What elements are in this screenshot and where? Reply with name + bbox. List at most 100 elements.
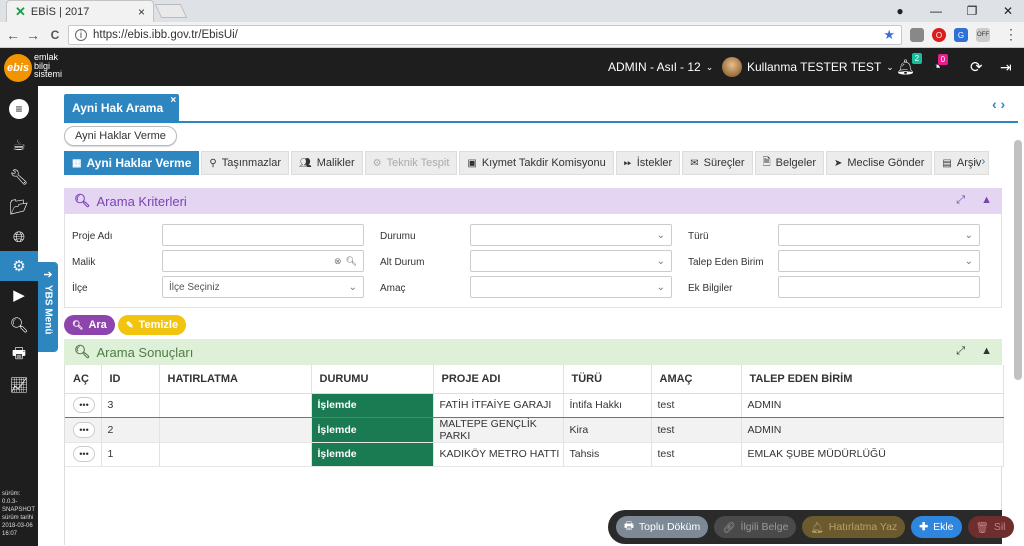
search-icon[interactable]: 🔍︎: [346, 256, 357, 267]
bookmark-star-icon[interactable]: ★: [883, 27, 895, 43]
hamburger-menu-icon[interactable]: ≡: [0, 94, 38, 124]
settings-icon[interactable]: ⚙: [0, 251, 38, 281]
forward-icon: ⏩︎: [623, 157, 632, 169]
col-header-turu[interactable]: TÜRÜ: [563, 365, 652, 394]
expand-icon[interactable]: ⤢: [956, 194, 965, 207]
ilce-select[interactable]: İlçe Seçiniz ⌄: [162, 276, 364, 298]
coffee-icon[interactable]: ☕︎: [0, 130, 38, 160]
info-icon[interactable]: i: [75, 29, 87, 41]
off-extension-icon[interactable]: OFF: [976, 28, 990, 42]
tab-istekler[interactable]: ⏩︎ İstekler: [615, 151, 681, 175]
collapse-up-icon[interactable]: ▲: [981, 345, 992, 358]
search-button[interactable]: 🔍︎ Ara: [64, 315, 115, 335]
role-selector[interactable]: ADMIN - Asıl - 12 ⌄: [608, 48, 713, 86]
cell-proje-adi: MALTEPE GENÇLİK PARKI: [433, 417, 564, 443]
proje-adi-input[interactable]: [162, 224, 364, 246]
profile-icon[interactable]: ●: [882, 0, 918, 22]
reload-button[interactable]: C: [44, 22, 66, 48]
col-header-hatirlatma[interactable]: HATIRLATMA: [159, 365, 312, 394]
browser-tab[interactable]: ✕ EBİS | 2017 ×: [6, 0, 154, 22]
trash-icon: 🗑︎: [975, 521, 989, 534]
tab-surecler[interactable]: ✉ Süreçler: [682, 151, 753, 175]
ebis-logo[interactable]: ebis: [4, 54, 32, 82]
breadcrumb[interactable]: Ayni Haklar Verme: [64, 126, 177, 146]
add-button[interactable]: ✚ Ekle: [911, 516, 962, 538]
cell-turu: Tahsis: [563, 442, 652, 467]
row-actions-button[interactable]: •••: [73, 421, 95, 438]
extension-icon[interactable]: [910, 28, 924, 42]
clock-icon: ◔ 0: [932, 53, 949, 76]
user-menu[interactable]: Kullanma TESTER TEST ⌄: [722, 48, 894, 86]
tab-belgeler[interactable]: 🗎 Belgeler: [754, 151, 824, 175]
table-row[interactable]: ••• 3 İşlemde FATİH İTFAİYE GARAJI İntif…: [65, 392, 1004, 418]
chevron-down-icon: ⌄: [886, 61, 894, 72]
close-icon[interactable]: ×: [170, 95, 176, 106]
label-malik: Malik: [72, 257, 96, 268]
tab-malikler[interactable]: 👥︎ Malikler: [291, 151, 363, 175]
table-row[interactable]: ••• 1 İşlemde KADIKÖY METRO HATTI Tahsis…: [65, 442, 1004, 467]
globe-icon[interactable]: 🌐︎: [0, 222, 38, 252]
durumu-select[interactable]: ⌄: [470, 224, 672, 246]
col-header-id[interactable]: ID: [101, 365, 160, 394]
opera-extension-icon[interactable]: O: [932, 28, 946, 42]
tab-teknik-tespit[interactable]: ⚙ Teknik Tespit: [364, 151, 458, 175]
notifications-button[interactable]: 🔔︎ 2: [896, 48, 923, 86]
logout-icon[interactable]: ⇥: [1000, 48, 1012, 86]
ilgili-belge-button[interactable]: 🔗︎ İlgili Belge: [714, 516, 797, 538]
forward-button[interactable]: →: [22, 22, 44, 48]
col-header-amac[interactable]: AMAÇ: [651, 365, 742, 394]
tab-meclise-gonder[interactable]: ➤ Meclise Gönder: [825, 151, 933, 175]
wrench-icon[interactable]: 🔧︎: [0, 162, 38, 192]
back-button[interactable]: ←: [2, 22, 24, 48]
criteria-panel-header[interactable]: 🔍︎ Arama Kriterleri ⤢ ▲: [64, 188, 1002, 214]
collapse-up-icon[interactable]: ▲: [981, 194, 992, 207]
table-row[interactable]: ••• 2 İşlemde MALTEPE GENÇLİK PARKI Kira…: [65, 417, 1004, 443]
clear-button[interactable]: ✎ Temizle: [118, 315, 187, 335]
maximize-button[interactable]: ❐: [954, 0, 990, 22]
tab-tasinmazlar[interactable]: ⚲ Taşınmazlar: [201, 151, 290, 175]
alt-durum-select[interactable]: ⌄: [470, 250, 672, 272]
users-icon: 👥︎: [299, 157, 312, 169]
toplu-dokum-button[interactable]: 🖶 Toplu Döküm: [616, 516, 709, 538]
col-header-ac[interactable]: AÇ: [65, 365, 102, 394]
tasks-button[interactable]: ◔ 0: [932, 48, 949, 86]
clear-x-icon[interactable]: ⊗: [334, 256, 342, 267]
turu-select[interactable]: ⌄: [778, 224, 980, 246]
play-circle-icon[interactable]: ▶: [0, 280, 38, 310]
chart-icon[interactable]: 📈︎: [0, 370, 38, 400]
search-icon[interactable]: 🔍︎: [0, 310, 38, 340]
col-header-proje-adi[interactable]: PROJE ADI: [433, 365, 564, 394]
tab-ayni-haklar-verme[interactable]: ▦ Ayni Haklar Verme: [64, 151, 200, 175]
refresh-icon[interactable]: ⟳: [970, 48, 983, 86]
print-icon[interactable]: 🖶: [0, 340, 38, 370]
ek-bilgiler-input[interactable]: [778, 276, 980, 298]
results-panel-header[interactable]: 🔍︎ Arama Sonuçları ⤢ ▲: [64, 339, 1002, 365]
row-actions-button[interactable]: •••: [73, 446, 95, 462]
page-scrollbar[interactable]: [1014, 140, 1022, 380]
label-alt-durum: Alt Durum: [380, 257, 425, 268]
amac-select[interactable]: ⌄: [470, 276, 672, 298]
close-tab-icon[interactable]: ×: [138, 5, 145, 19]
tab-ayni-hak-arama[interactable]: Ayni Hak Arama ×: [64, 94, 180, 122]
expand-icon[interactable]: ⤢: [956, 345, 965, 358]
folder-open-icon[interactable]: 📂︎: [0, 192, 38, 222]
hatirlatma-yaz-button[interactable]: 🔔︎ Hatırlatma Yaz: [802, 516, 906, 538]
col-header-talep-eden-birim[interactable]: TALEP EDEN BİRİM: [741, 365, 1004, 394]
file-icon: 🗎: [762, 156, 771, 168]
menu-dots-icon[interactable]: ⋮: [1004, 26, 1018, 43]
criteria-title: Arama Kriterleri: [96, 193, 187, 209]
tab-nav-arrows[interactable]: ‹ ›: [992, 96, 1005, 112]
row-actions-button[interactable]: •••: [73, 397, 95, 413]
url-bar[interactable]: i https://ebis.ibb.gov.tr/EbisUi/ ★: [68, 25, 902, 45]
malik-input[interactable]: ⊗ 🔍︎: [162, 250, 364, 272]
tab-kiymet-takdir-komisyonu[interactable]: ▣ Kıymet Takdir Komisyonu: [459, 151, 614, 175]
close-window-button[interactable]: ✕: [990, 0, 1024, 22]
translate-extension-icon[interactable]: G: [954, 28, 968, 42]
talep-eden-birim-select[interactable]: ⌄: [778, 250, 980, 272]
delete-button[interactable]: 🗑︎ Sil: [967, 516, 1014, 538]
ybs-menu-tab[interactable]: ➔ YBS Menü: [38, 262, 58, 352]
subtab-scroll-arrows[interactable]: ‹ ›: [974, 154, 985, 168]
cell-hatirlatma: [159, 442, 312, 467]
minimize-button[interactable]: —: [918, 0, 954, 22]
col-header-durumu[interactable]: DURUMU: [311, 365, 434, 394]
